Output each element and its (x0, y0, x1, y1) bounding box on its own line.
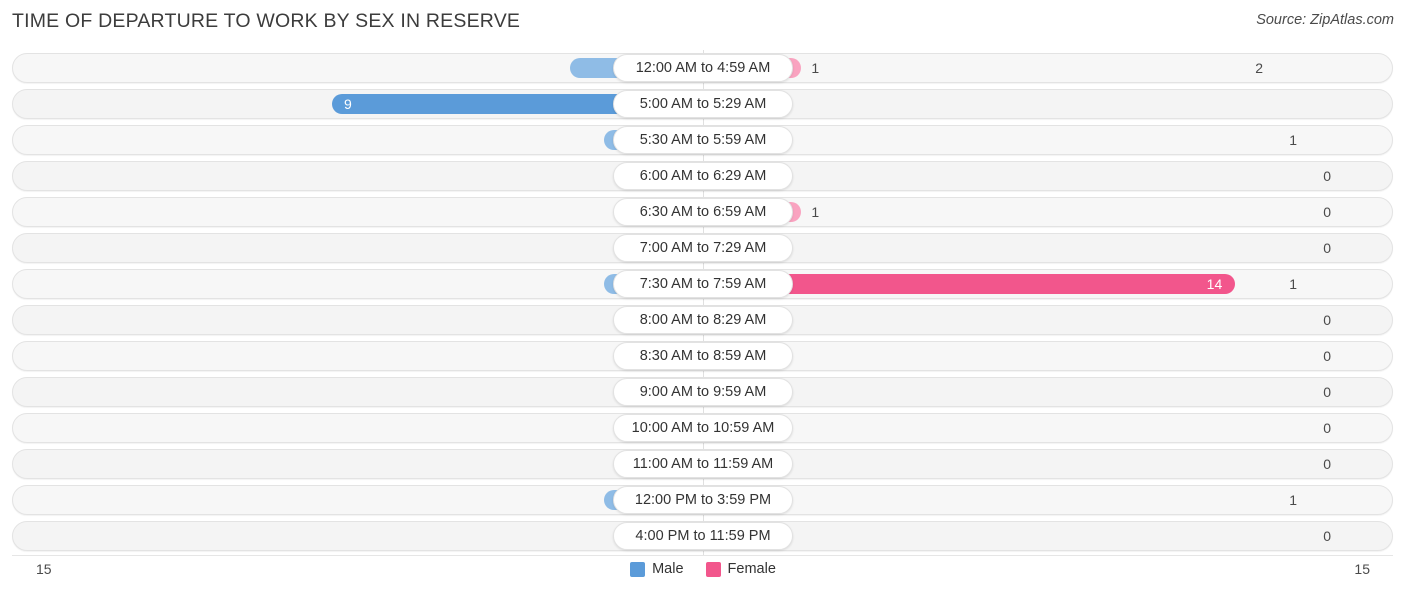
bar-value-male: 1 (1289, 132, 1297, 148)
category-label: 12:00 PM to 3:59 PM (613, 486, 793, 514)
chart-row[interactable]: 007:00 AM to 7:29 AM (0, 230, 1406, 266)
bar-value-male: 0 (1323, 348, 1331, 364)
bar-value-male: 0 (1323, 456, 1331, 472)
legend-label-female: Female (727, 561, 776, 577)
category-label: 11:00 AM to 11:59 AM (613, 450, 793, 478)
bar-value-male: 1 (1289, 492, 1297, 508)
chart-footer: 15 15 Male Female (0, 555, 1406, 595)
legend-item-male[interactable]: Male (630, 561, 684, 577)
bar-value-male: 9 (344, 96, 352, 112)
category-label: 5:00 AM to 5:29 AM (613, 90, 793, 118)
footer-divider (12, 555, 1393, 556)
category-label: 12:00 AM to 4:59 AM (613, 54, 793, 82)
category-label: 9:00 AM to 9:59 AM (613, 378, 793, 406)
category-label: 10:00 AM to 10:59 AM (613, 414, 793, 442)
legend: Male Female (0, 561, 1406, 577)
bar-value-male: 0 (1323, 204, 1331, 220)
legend-item-female[interactable]: Female (705, 561, 776, 577)
category-label: 4:00 PM to 11:59 PM (613, 522, 793, 550)
page-title: TIME OF DEPARTURE TO WORK BY SEX IN RESE… (12, 10, 521, 32)
chart-row[interactable]: 008:30 AM to 8:59 AM (0, 338, 1406, 374)
bar-value-male: 0 (1323, 168, 1331, 184)
chart-row[interactable]: 0 1 6:30 AM to 6:59 AM (0, 194, 1406, 230)
category-label: 6:30 AM to 6:59 AM (613, 198, 793, 226)
chart-row[interactable]: 1012:00 PM to 3:59 PM (0, 482, 1406, 518)
chart-row[interactable]: 105:30 AM to 5:59 AM (0, 122, 1406, 158)
chart-row[interactable]: 0011:00 AM to 11:59 AM (0, 446, 1406, 482)
bar-value-female: 1 (811, 204, 820, 220)
bar-value-male: 0 (1323, 420, 1331, 436)
chart-row[interactable]: 009:00 AM to 9:59 AM (0, 374, 1406, 410)
chart-header: TIME OF DEPARTURE TO WORK BY SEX IN RESE… (0, 0, 1406, 44)
chart-row[interactable]: 004:00 PM to 11:59 PM (0, 518, 1406, 554)
diverging-bar-chart: 2112:00 AM to 4:59 AM905:00 AM to 5:29 A… (0, 50, 1406, 555)
bar-value-male: 0 (1323, 384, 1331, 400)
category-label: 8:00 AM to 8:29 AM (613, 306, 793, 334)
bar-value-male: 2 (1255, 60, 1263, 76)
chart-row[interactable]: 008:00 AM to 8:29 AM (0, 302, 1406, 338)
legend-swatch-female-icon (705, 561, 721, 577)
chart-row[interactable]: 2 1 12:00 AM to 4:59 AM (0, 50, 1406, 86)
category-label: 7:30 AM to 7:59 AM (613, 270, 793, 298)
source-attribution: Source: ZipAtlas.com (1256, 12, 1394, 28)
chart-row[interactable]: 006:00 AM to 6:29 AM (0, 158, 1406, 194)
category-label: 8:30 AM to 8:59 AM (613, 342, 793, 370)
category-label: 6:00 AM to 6:29 AM (613, 162, 793, 190)
bar-value-male: 0 (1323, 528, 1331, 544)
bar-value-male: 1 (1289, 276, 1297, 292)
legend-label-male: Male (652, 561, 684, 577)
chart-row[interactable]: 1 14 7:30 AM to 7:59 AM (0, 266, 1406, 302)
bar-value-female: 1 (811, 60, 820, 76)
chart-row[interactable]: 0010:00 AM to 10:59 AM (0, 410, 1406, 446)
category-label: 5:30 AM to 5:59 AM (613, 126, 793, 154)
category-label: 7:00 AM to 7:29 AM (613, 234, 793, 262)
legend-swatch-male-icon (630, 561, 646, 577)
chart-row[interactable]: 905:00 AM to 5:29 AM (0, 86, 1406, 122)
bar-value-male: 0 (1323, 312, 1331, 328)
bar-value-female: 14 (1206, 276, 1223, 292)
bar-value-male: 0 (1323, 240, 1331, 256)
